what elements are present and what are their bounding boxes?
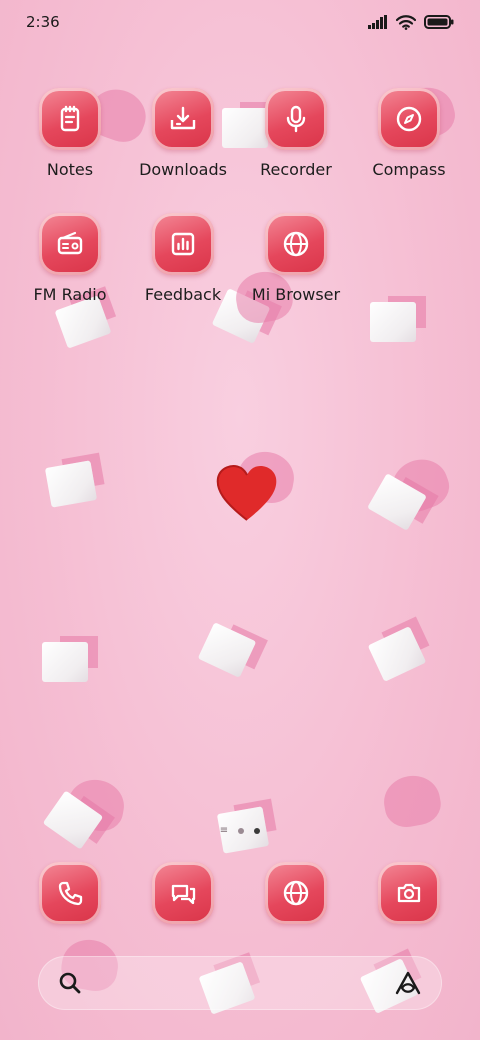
page-dot[interactable] — [238, 828, 245, 834]
sugar-cube — [197, 622, 257, 678]
page-dot-active[interactable] — [254, 828, 261, 834]
app-label: Notes — [46, 160, 94, 179]
red-heart-icon — [216, 465, 277, 521]
compass-icon — [378, 88, 440, 150]
wifi-icon — [396, 14, 416, 30]
app-feedback[interactable]: Feedback — [123, 213, 243, 323]
app-label: Mi Browser — [251, 285, 341, 304]
app-label: FM Radio — [33, 285, 107, 304]
download-icon — [152, 88, 214, 150]
dock-camera[interactable] — [349, 862, 469, 926]
assistant-icon[interactable] — [393, 970, 423, 996]
dock-phone[interactable] — [10, 862, 130, 926]
heart-shadow — [380, 771, 444, 831]
notes-icon — [39, 88, 101, 150]
app-label: Downloads — [139, 160, 227, 179]
page-indicator[interactable]: ≡ — [0, 825, 480, 836]
camera-icon — [378, 862, 440, 924]
app-mi-browser[interactable]: Mi Browser — [236, 213, 356, 323]
menu-lines-icon: ≡ — [219, 825, 229, 836]
app-label: Compass — [372, 160, 446, 179]
app-fm-radio[interactable]: FM Radio — [10, 213, 130, 323]
status-time: 2:36 — [26, 13, 60, 31]
status-icons — [368, 14, 454, 30]
app-label: Feedback — [144, 285, 222, 304]
sugar-cube — [367, 626, 427, 682]
microphone-icon — [265, 88, 327, 150]
dock-browser[interactable] — [236, 862, 356, 926]
app-label: Recorder — [260, 160, 332, 179]
signal-icon — [368, 15, 387, 29]
app-downloads[interactable]: Downloads — [123, 88, 243, 198]
search-bar[interactable] — [38, 956, 442, 1010]
bar-chart-icon — [152, 213, 214, 275]
dock-messages[interactable] — [123, 862, 243, 926]
sugar-cube — [42, 642, 88, 682]
messages-icon — [152, 862, 214, 924]
sugar-cube — [370, 302, 416, 342]
radio-icon — [39, 213, 101, 275]
status-bar: 2:36 — [0, 0, 480, 44]
battery-icon — [424, 15, 454, 29]
globe-icon — [265, 213, 327, 275]
phone-icon — [39, 862, 101, 924]
sugar-cube — [44, 460, 98, 508]
globe-icon — [265, 862, 327, 924]
search-icon[interactable] — [57, 970, 83, 996]
app-recorder[interactable]: Recorder — [236, 88, 356, 198]
app-compass[interactable]: Compass — [349, 88, 469, 198]
app-notes[interactable]: Notes — [10, 88, 130, 198]
